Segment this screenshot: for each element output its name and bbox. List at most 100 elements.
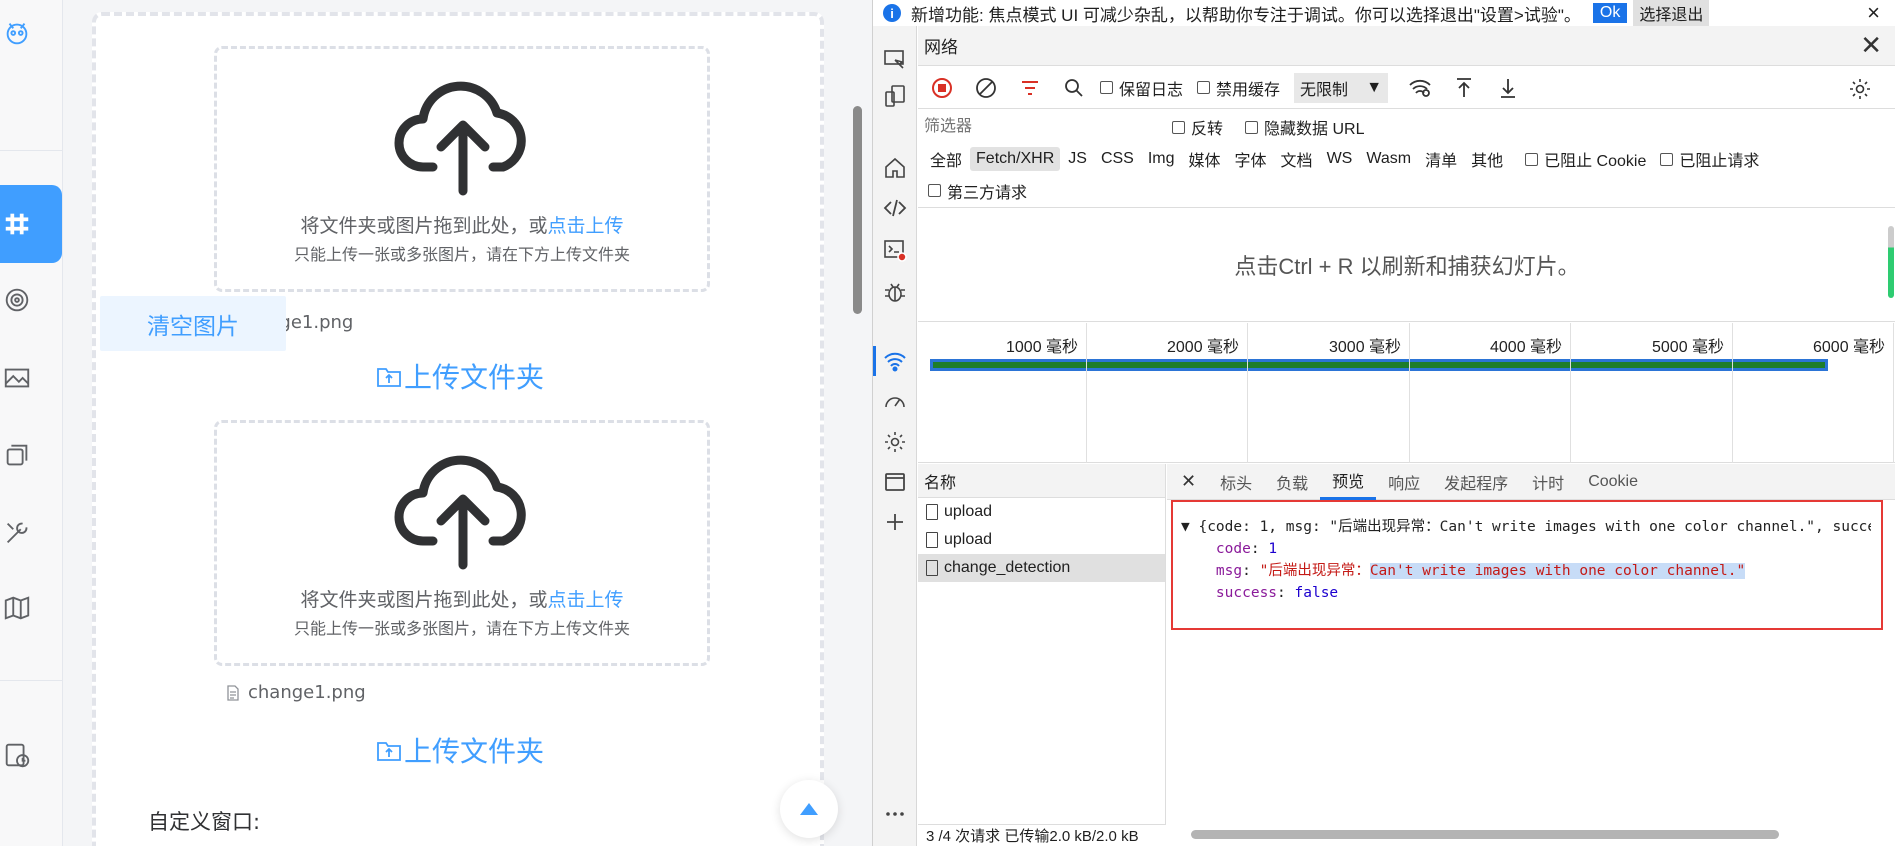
name-column-header[interactable]: 名称 (918, 464, 1165, 498)
hide-data-urls-checkbox[interactable]: 隐藏数据 URL (1245, 115, 1364, 139)
expand-triangle-icon[interactable]: ▼ (1181, 519, 1190, 535)
panel-close-icon[interactable]: ✕ (1860, 30, 1882, 61)
layers-icon[interactable] (0, 430, 62, 480)
click-upload-link[interactable]: 点击上传 (548, 589, 624, 611)
filmstrip-scrollbar[interactable] (1888, 226, 1894, 298)
type-fetch-xhr[interactable]: Fetch/XHR (970, 147, 1061, 171)
type-css[interactable]: CSS (1095, 147, 1140, 171)
filmstrip-hint: 点击Ctrl + R 以刷新和捕获幻灯片。 (918, 208, 1895, 322)
application-window-icon[interactable] (883, 470, 907, 494)
third-party-checkbox[interactable]: 第三方请求 (918, 174, 1895, 208)
disable-cache-checkbox[interactable]: 禁用缓存 (1197, 76, 1280, 100)
network-panel: 网络 ✕ 保留日志 禁用缓存 无限制▼ 反转 隐藏数据 URL 全部 Fetch… (918, 26, 1895, 846)
export-har-icon[interactable] (1490, 72, 1526, 104)
dropzone-text: 将文件夹或图片拖到此处，或点击上传 (300, 589, 624, 611)
document-icon (926, 532, 938, 548)
upload-dropzone-2[interactable]: 将文件夹或图片拖到此处，或点击上传 只能上传一张或多张图片，请在下方上传文件夹 (214, 420, 710, 666)
type-other[interactable]: 其他 (1465, 144, 1509, 174)
sidebar-item-change-detection[interactable] (0, 185, 62, 263)
clear-images-button[interactable]: 清空图片 (100, 296, 286, 351)
type-doc[interactable]: 文档 (1275, 144, 1319, 174)
timeline-overview[interactable]: 1000 毫秒 2000 毫秒 3000 毫秒 4000 毫秒 5000 毫秒 6000 … (918, 323, 1895, 463)
type-img[interactable]: Img (1142, 147, 1181, 171)
status-bar: 3 /4 次请求 已传输2.0 kB/2.0 kB (918, 824, 1166, 846)
blocked-requests-checkbox[interactable]: 已阻止请求 (1660, 147, 1759, 171)
preserve-log-checkbox[interactable]: 保留日志 (1100, 76, 1183, 100)
inspect-element-icon[interactable] (883, 48, 907, 72)
blocked-cookies-checkbox[interactable]: 已阻止 Cookie (1525, 147, 1646, 171)
upload-dropzone[interactable]: 将文件夹或图片拖到此处，或点击上传 只能上传一张或多张图片，请在下方上传文件夹 (214, 46, 710, 292)
folder-upload-icon (377, 368, 401, 387)
timeline-gridline (1893, 323, 1894, 463)
dropdown-caret-icon: ▼ (1366, 78, 1383, 96)
dropzone-hint: 只能上传一张或多张图片，请在下方上传文件夹 (293, 245, 630, 264)
document-icon (926, 504, 938, 520)
type-ws[interactable]: WS (1321, 147, 1359, 171)
cloud-upload-icon (394, 455, 526, 570)
folder-upload-icon (377, 742, 401, 761)
close-detail-icon[interactable]: ✕ (1167, 471, 1208, 492)
type-media[interactable]: 媒体 (1183, 144, 1227, 174)
type-all[interactable]: 全部 (924, 144, 968, 174)
back-to-top-button[interactable] (780, 780, 838, 838)
history-icon[interactable] (0, 730, 62, 780)
filter-row: 反转 隐藏数据 URL (918, 110, 1895, 144)
whats-new-banner: i 新增功能: 焦点模式 UI 可减少杂乱，以帮助你专注于调试。你可以选择退出"… (873, 0, 1895, 26)
device-emulation-icon[interactable] (883, 84, 907, 108)
request-row[interactable]: upload (918, 526, 1165, 554)
click-upload-link[interactable]: 点击上传 (548, 215, 624, 237)
tab-preview[interactable]: 预览 (1320, 464, 1377, 500)
banner-ok-button[interactable]: Ok (1592, 3, 1628, 23)
more-tools-icon[interactable] (883, 802, 907, 826)
filter-icon[interactable] (1012, 72, 1048, 104)
tab-payload[interactable]: 负载 (1264, 464, 1320, 500)
type-font[interactable]: 字体 (1229, 144, 1273, 174)
tab-cookies[interactable]: Cookie (1576, 464, 1650, 500)
banner-opt-out-button[interactable]: 选择退出 (1633, 0, 1710, 26)
json-summary-line[interactable]: ▼ {code: 1, msg: "后端出现异常：Can't write ima… (1181, 516, 1871, 538)
json-preview[interactable]: ▼ {code: 1, msg: "后端出现异常：Can't write ima… (1181, 516, 1871, 604)
invert-checkbox[interactable]: 反转 (1172, 115, 1223, 139)
upload-folder-button-2[interactable]: 上传文件夹 (376, 730, 576, 770)
tab-timing[interactable]: 计时 (1520, 464, 1576, 500)
horizontal-scrollbar[interactable] (1191, 830, 1779, 839)
network-wifi-icon[interactable] (883, 349, 907, 373)
tab-response[interactable]: 响应 (1376, 464, 1432, 500)
network-toolbar: 保留日志 禁用缓存 无限制 ▼ (918, 67, 1895, 109)
filter-input[interactable] (924, 114, 1150, 140)
uploaded-file-2[interactable]: change1.png (226, 682, 366, 703)
timeline-tick-label: 1000 毫秒 (1006, 339, 1079, 356)
image-compare-icon[interactable] (0, 353, 62, 403)
add-tool-plus-icon[interactable] (883, 510, 907, 534)
performance-gauge-icon[interactable] (883, 390, 907, 414)
dropzone-text: 将文件夹或图片拖到此处，或点击上传 (300, 215, 624, 237)
throttling-select[interactable]: 无限制 ▼ (1294, 72, 1389, 103)
tab-headers[interactable]: 标头 (1208, 464, 1264, 500)
clear-icon[interactable] (968, 72, 1004, 104)
import-har-icon[interactable] (1446, 72, 1482, 104)
type-js[interactable]: JS (1062, 147, 1093, 171)
request-row[interactable]: upload (918, 498, 1165, 526)
elements-icon[interactable] (883, 196, 907, 220)
custom-window-label: 自定义窗口: (148, 810, 261, 834)
tab-initiator[interactable]: 发起程序 (1432, 464, 1520, 500)
request-row-selected[interactable]: change_detection (918, 554, 1165, 582)
page-scrollbar[interactable] (853, 106, 862, 314)
record-stop-icon[interactable] (924, 72, 960, 104)
upload-folder-button[interactable]: 上传文件夹 (376, 356, 576, 396)
welcome-home-icon[interactable] (883, 156, 907, 180)
type-wasm[interactable]: Wasm (1360, 147, 1417, 171)
sources-bug-icon[interactable] (883, 280, 907, 304)
map-icon[interactable] (0, 583, 62, 633)
settings-gear-icon[interactable] (883, 430, 907, 454)
type-manifest[interactable]: 清单 (1419, 144, 1463, 174)
tools-icon[interactable] (0, 508, 62, 558)
target-icon[interactable] (0, 275, 62, 325)
logo-icon[interactable] (0, 8, 62, 58)
network-settings-gear-icon[interactable] (1842, 73, 1878, 105)
upload-card: 将文件夹或图片拖到此处，或点击上传 只能上传一张或多张图片，请在下方上传文件夹 … (92, 12, 824, 846)
network-conditions-icon[interactable] (1402, 72, 1438, 104)
console-icon[interactable] (883, 238, 907, 262)
search-icon[interactable] (1056, 72, 1092, 104)
banner-close-icon[interactable]: × (1867, 0, 1880, 26)
